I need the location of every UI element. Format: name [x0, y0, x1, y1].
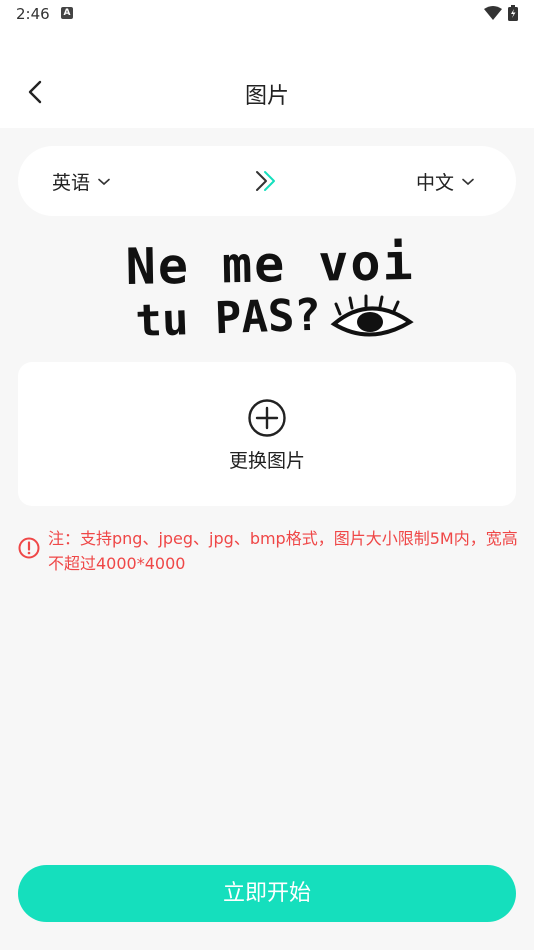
- preview-image: Ne me vois tu PAS?: [125, 232, 416, 347]
- target-language-dropdown[interactable]: 中文: [416, 168, 474, 195]
- plus-circle-icon: [248, 399, 286, 437]
- chevron-down-icon: [98, 178, 110, 185]
- double-chevron-right-icon: [256, 171, 275, 191]
- eye-drawing: [330, 294, 414, 337]
- source-language-dropdown[interactable]: 英语: [52, 168, 110, 195]
- start-button[interactable]: 立即开始: [18, 865, 516, 922]
- language-selector-bar: 英语 中文: [18, 146, 516, 216]
- app-header: 图片: [0, 28, 534, 128]
- status-time: 2:46: [16, 5, 50, 23]
- change-image-label: 更换图片: [228, 450, 305, 472]
- exclamation-circle-icon: [18, 537, 40, 559]
- change-image-card[interactable]: 更换图片: [18, 362, 516, 506]
- wifi-icon: [484, 6, 502, 20]
- status-bar: 2:46 A: [0, 0, 534, 28]
- source-language-label: 英语: [52, 172, 91, 194]
- page-title: 图片: [244, 84, 289, 109]
- preview-line-1: Ne me vois: [125, 232, 416, 296]
- notification-a-icon: A: [61, 7, 73, 19]
- chevron-down-icon: [462, 178, 474, 185]
- notice-text: 注：支持png、jpeg、jpg、bmp格式，图片大小限制5M内，宽高不超过40…: [48, 529, 518, 573]
- battery-icon: [508, 5, 518, 21]
- target-language-label: 中文: [416, 172, 455, 194]
- swap-languages-button[interactable]: [254, 168, 280, 198]
- preview-line-2: tu PAS?: [135, 290, 322, 347]
